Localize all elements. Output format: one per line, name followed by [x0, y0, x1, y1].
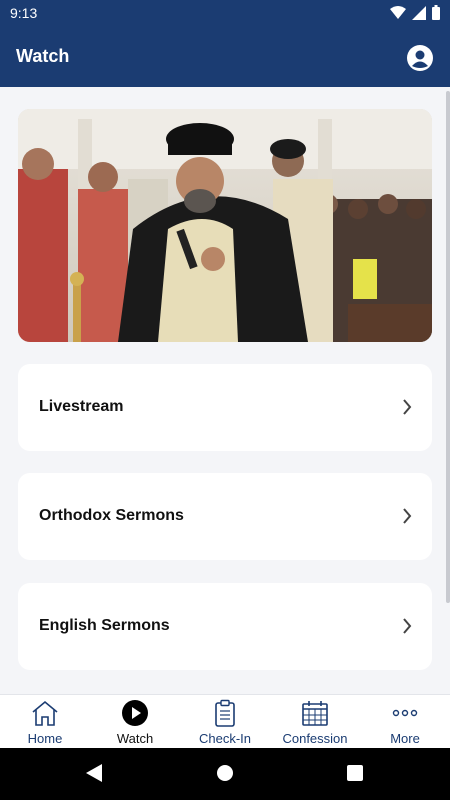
nav-item-home[interactable]: Home	[0, 695, 90, 748]
menu-item-english-sermons[interactable]: English Sermons	[18, 583, 432, 670]
nav-item-confession[interactable]: Confession	[270, 695, 360, 748]
wifi-icon	[390, 5, 406, 19]
menu-item-label: English Sermons	[39, 617, 170, 634]
nav-label: Watch	[116, 731, 154, 746]
back-icon[interactable]	[85, 763, 103, 783]
page-title: Watch	[16, 46, 70, 66]
menu-item-label: Livestream	[39, 398, 124, 415]
menu-item-livestream[interactable]: Livestream	[18, 364, 432, 451]
play-circle-icon	[122, 700, 148, 726]
battery-icon	[432, 5, 440, 20]
status-bar: 9:13	[0, 0, 450, 26]
app-bar: Watch	[0, 26, 450, 87]
more-dots-icon	[392, 709, 418, 717]
bottom-navigation: Home Watch Check-In Confession More	[0, 694, 450, 748]
system-navigation-bar	[0, 748, 450, 800]
hero-image	[18, 109, 432, 342]
home-icon	[32, 700, 58, 726]
home-button-icon[interactable]	[216, 763, 234, 783]
signal-icon	[412, 5, 426, 20]
chevron-right-icon	[403, 399, 412, 415]
content-area[interactable]: Livestream Orthodox Sermons English Serm…	[0, 87, 450, 694]
status-icons	[390, 5, 440, 20]
menu-item-orthodox-sermons[interactable]: Orthodox Sermons	[18, 473, 432, 560]
chevron-right-icon	[403, 508, 412, 524]
profile-button[interactable]	[407, 45, 433, 71]
status-time: 9:13	[10, 5, 38, 21]
calendar-icon	[302, 701, 328, 726]
nav-label: Confession	[282, 731, 348, 746]
nav-label: Check-In	[198, 731, 252, 746]
recents-icon[interactable]	[346, 763, 364, 783]
menu-item-label: Orthodox Sermons	[39, 507, 184, 524]
clipboard-icon	[215, 699, 235, 727]
nav-label: Home	[27, 731, 63, 746]
nav-item-more[interactable]: More	[360, 695, 450, 748]
scrollbar[interactable]	[446, 91, 450, 603]
nav-label: More	[390, 731, 420, 746]
profile-icon	[412, 50, 428, 68]
nav-item-check-in[interactable]: Check-In	[180, 695, 270, 748]
nav-item-watch[interactable]: Watch	[90, 695, 180, 748]
chevron-right-icon	[403, 618, 412, 634]
